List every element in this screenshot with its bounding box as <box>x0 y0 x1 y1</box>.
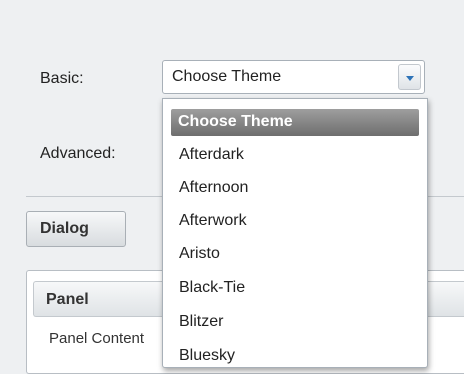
panel-content: Panel Content <box>49 330 145 347</box>
option-aristo[interactable]: Aristo <box>171 241 419 268</box>
option-choose-theme[interactable]: Choose Theme <box>171 109 419 136</box>
triangle-down-icon <box>406 76 414 81</box>
theme-select-trigger[interactable] <box>398 64 421 90</box>
option-afterdark[interactable]: Afterdark <box>171 142 419 169</box>
option-bluesky[interactable]: Bluesky <box>171 343 419 367</box>
option-afternoon[interactable]: Afternoon <box>171 175 419 202</box>
theme-select-value: Choose Theme <box>172 68 282 85</box>
panel-title: Panel <box>46 291 89 308</box>
option-blitzer[interactable]: Blitzer <box>171 309 419 336</box>
dialog-button[interactable]: Dialog <box>26 211 126 247</box>
advanced-label: Advanced: <box>40 145 116 162</box>
option-black-tie[interactable]: Black-Tie <box>171 275 419 302</box>
theme-select[interactable]: Choose Theme <box>162 60 425 94</box>
basic-label: Basic: <box>40 70 84 87</box>
theme-dropdown-list[interactable]: Choose Theme Afterdark Afternoon Afterwo… <box>162 98 428 368</box>
option-afterwork[interactable]: Afterwork <box>171 208 419 235</box>
